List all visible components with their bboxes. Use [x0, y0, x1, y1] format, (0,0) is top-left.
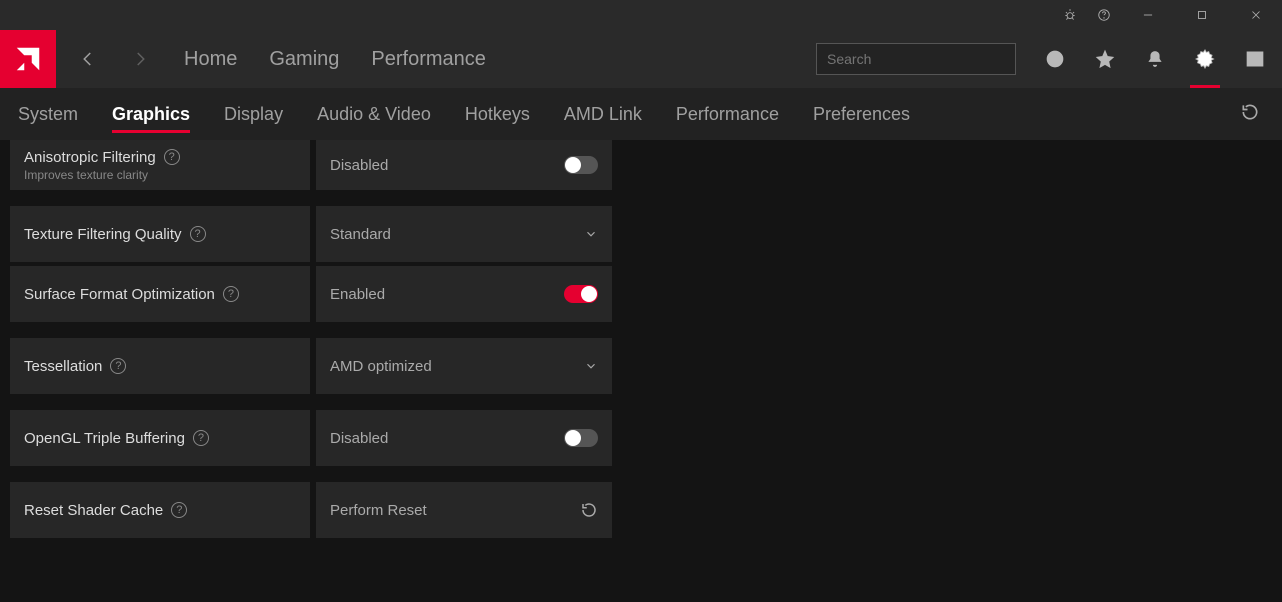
help-icon[interactable] [1096, 7, 1112, 23]
setting-value: Standard [330, 226, 391, 243]
search-box[interactable] [816, 43, 1016, 75]
setting-label-cell: Anisotropic Filtering ? Improves texture… [10, 140, 310, 190]
setting-tessellation: Tessellation ? AMD optimized [10, 338, 1272, 394]
setting-value-cell[interactable]: AMD optimized [316, 338, 612, 394]
reset-all-icon[interactable] [1240, 102, 1264, 126]
web-icon[interactable] [1044, 48, 1066, 70]
help-icon[interactable]: ? [190, 226, 206, 242]
setting-label: Tessellation [24, 358, 102, 375]
setting-label: Surface Format Optimization [24, 286, 215, 303]
subtab-system[interactable]: System [18, 90, 78, 139]
chevron-down-icon [584, 227, 598, 241]
toolbar-icons [1044, 48, 1266, 70]
forward-button[interactable] [120, 50, 160, 68]
subtab-performance[interactable]: Performance [676, 90, 779, 139]
setting-label-cell: Texture Filtering Quality ? [10, 206, 310, 262]
help-icon[interactable]: ? [171, 502, 187, 518]
tab-gaming[interactable]: Gaming [269, 48, 339, 71]
chevron-down-icon [584, 359, 598, 373]
setting-value: Enabled [330, 286, 385, 303]
setting-label-cell: Surface Format Optimization ? [10, 266, 310, 322]
setting-value-cell: Disabled [316, 410, 612, 466]
setting-label-cell: OpenGL Triple Buffering ? [10, 410, 310, 466]
settings-content: Anisotropic Filtering ? Improves texture… [0, 140, 1282, 602]
help-icon[interactable]: ? [193, 430, 209, 446]
bell-icon[interactable] [1144, 48, 1166, 70]
setting-opengl-triple-buffering: OpenGL Triple Buffering ? Disabled [10, 410, 1272, 466]
setting-label-cell: Reset Shader Cache ? [10, 482, 310, 538]
subtab-amd-link[interactable]: AMD Link [564, 90, 642, 139]
subtab-display[interactable]: Display [224, 90, 283, 139]
minimize-button[interactable] [1130, 0, 1166, 30]
setting-value: Disabled [330, 157, 388, 174]
sub-nav: System Graphics Display Audio & Video Ho… [0, 88, 1282, 140]
panel-icon[interactable] [1244, 48, 1266, 70]
setting-value: Disabled [330, 430, 388, 447]
amd-logo[interactable] [0, 30, 56, 88]
reset-icon [580, 501, 598, 519]
bug-icon[interactable] [1062, 7, 1078, 23]
gear-icon[interactable] [1194, 48, 1216, 70]
search-input[interactable] [827, 51, 1008, 67]
setting-value-cell: Enabled [316, 266, 612, 322]
window-titlebar [0, 0, 1282, 30]
subtab-audio-video[interactable]: Audio & Video [317, 90, 431, 139]
setting-label: Reset Shader Cache [24, 502, 163, 519]
maximize-button[interactable] [1184, 0, 1220, 30]
toggle-triple-buffering[interactable] [564, 429, 598, 447]
subtab-graphics[interactable]: Graphics [112, 90, 190, 139]
setting-value-cell[interactable]: Standard [316, 206, 612, 262]
setting-label: OpenGL Triple Buffering [24, 430, 185, 447]
toggle-anisotropic[interactable] [564, 156, 598, 174]
setting-reset-shader-cache: Reset Shader Cache ? Perform Reset [10, 482, 1272, 538]
close-button[interactable] [1238, 0, 1274, 30]
tab-performance[interactable]: Performance [371, 48, 486, 71]
setting-label: Texture Filtering Quality [24, 226, 182, 243]
setting-label-cell: Tessellation ? [10, 338, 310, 394]
help-icon[interactable]: ? [223, 286, 239, 302]
back-button[interactable] [68, 50, 108, 68]
star-icon[interactable] [1094, 48, 1116, 70]
help-icon[interactable]: ? [164, 149, 180, 165]
setting-texture-filtering: Texture Filtering Quality ? Standard [10, 206, 1272, 262]
setting-value: AMD optimized [330, 358, 432, 375]
setting-description: Improves texture clarity [24, 168, 296, 182]
toggle-surface-format[interactable] [564, 285, 598, 303]
setting-anisotropic: Anisotropic Filtering ? Improves texture… [10, 140, 1272, 190]
tab-home[interactable]: Home [184, 48, 237, 71]
subtab-preferences[interactable]: Preferences [813, 90, 910, 139]
setting-value-cell[interactable]: Perform Reset [316, 482, 612, 538]
setting-value: Perform Reset [330, 502, 427, 519]
setting-value-cell: Disabled [316, 140, 612, 190]
subtab-hotkeys[interactable]: Hotkeys [465, 90, 530, 139]
setting-label: Anisotropic Filtering [24, 149, 156, 166]
help-icon[interactable]: ? [110, 358, 126, 374]
setting-surface-format: Surface Format Optimization ? Enabled [10, 266, 1272, 322]
main-toolbar: Home Gaming Performance [0, 30, 1282, 88]
main-tabs: Home Gaming Performance [184, 48, 486, 71]
